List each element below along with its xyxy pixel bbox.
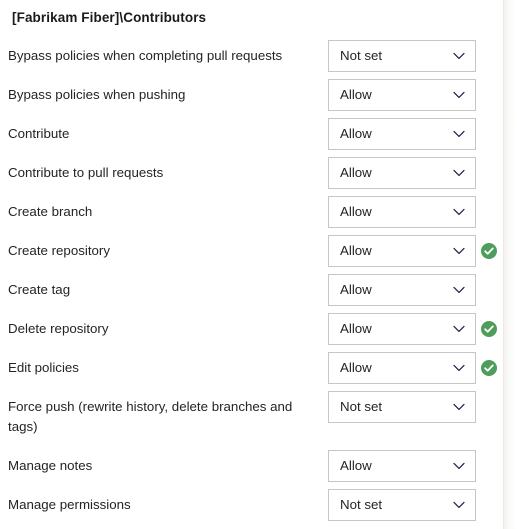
permission-row: Force push (rewrite history, delete bran…: [0, 391, 503, 450]
permission-dropdown[interactable]: Allow: [328, 274, 476, 306]
permission-dropdown[interactable]: Not set: [328, 489, 476, 521]
permission-dropdown[interactable]: Allow: [328, 196, 476, 228]
permission-dropdown[interactable]: Allow: [328, 313, 476, 345]
permission-label: Create branch: [8, 204, 93, 219]
panel-header: [Fabrikam Fiber]\Contributors: [0, 0, 503, 40]
permission-dropdown-value: Allow: [340, 126, 372, 141]
permission-dropdown[interactable]: Not set: [328, 40, 476, 72]
permission-label: Create repository: [8, 243, 110, 258]
permission-dropdown[interactable]: Allow: [328, 352, 476, 384]
chevron-down-icon: [452, 275, 466, 305]
permission-dropdown[interactable]: Allow: [328, 235, 476, 267]
permission-row: Edit policies Allow: [0, 352, 503, 391]
vertical-scroll-gutter[interactable]: [503, 0, 517, 529]
permission-row: Manage permissions Not set: [0, 489, 503, 528]
permission-dropdown-value: Not set: [340, 399, 383, 414]
permission-row: Manage notes Allow: [0, 450, 503, 489]
permission-dropdown-value: Allow: [340, 321, 372, 336]
permission-label: Manage notes: [8, 458, 93, 473]
permission-label: Contribute to pull requests: [8, 165, 164, 180]
permission-row: Contribute Allow: [0, 118, 503, 157]
permission-label: Contribute: [8, 126, 70, 141]
permission-row: Create branch Allow: [0, 196, 503, 235]
permission-label: Force push (rewrite history, delete bran…: [8, 399, 293, 434]
permission-row: Create repository Allow: [0, 235, 503, 274]
chevron-down-icon: [452, 197, 466, 227]
chevron-down-icon: [452, 353, 466, 383]
permission-dropdown[interactable]: Allow: [328, 450, 476, 482]
permission-dropdown[interactable]: Allow: [328, 79, 476, 111]
security-group-title: [Fabrikam Fiber]\Contributors: [12, 10, 207, 25]
permission-label: Manage permissions: [8, 497, 131, 512]
permission-dropdown-value: Not set: [340, 497, 383, 512]
chevron-down-icon: [452, 392, 466, 422]
chevron-down-icon: [452, 119, 466, 149]
chevron-down-icon: [452, 80, 466, 110]
permission-dropdown-value: Allow: [340, 165, 372, 180]
permission-dropdown[interactable]: Allow: [328, 118, 476, 150]
chevron-down-icon: [452, 236, 466, 266]
permission-label: Create tag: [8, 282, 71, 297]
permission-dropdown[interactable]: Not set: [328, 391, 476, 423]
permission-dropdown-value: Allow: [340, 87, 372, 102]
permission-row: Contribute to pull requests Allow: [0, 157, 503, 196]
permission-row: Bypass policies when pushing Allow: [0, 79, 503, 118]
permission-label: Bypass policies when pushing: [8, 87, 186, 102]
inherited-check-icon: [481, 360, 497, 376]
chevron-down-icon: [452, 490, 466, 520]
permission-dropdown-value: Allow: [340, 204, 372, 219]
permission-dropdown-value: Allow: [340, 282, 372, 297]
permission-label: Edit policies: [8, 360, 79, 375]
chevron-down-icon: [452, 314, 466, 344]
chevron-down-icon: [452, 158, 466, 188]
permission-dropdown-value: Allow: [340, 360, 372, 375]
permission-label: Delete repository: [8, 321, 109, 336]
permissions-panel: [Fabrikam Fiber]\Contributors Bypass pol…: [0, 0, 503, 529]
permission-dropdown-value: Allow: [340, 458, 372, 473]
permission-label: Bypass policies when completing pull req…: [8, 48, 283, 63]
permission-dropdown-value: Allow: [340, 243, 372, 258]
permission-row: Delete repository Allow: [0, 313, 503, 352]
permission-row: Create tag Allow: [0, 274, 503, 313]
chevron-down-icon: [452, 451, 466, 481]
inherited-check-icon: [481, 243, 497, 259]
permission-dropdown-value: Not set: [340, 48, 383, 63]
permission-row: Bypass policies when completing pull req…: [0, 40, 503, 79]
permission-dropdown[interactable]: Allow: [328, 157, 476, 189]
inherited-check-icon: [481, 321, 497, 337]
chevron-down-icon: [452, 41, 466, 71]
